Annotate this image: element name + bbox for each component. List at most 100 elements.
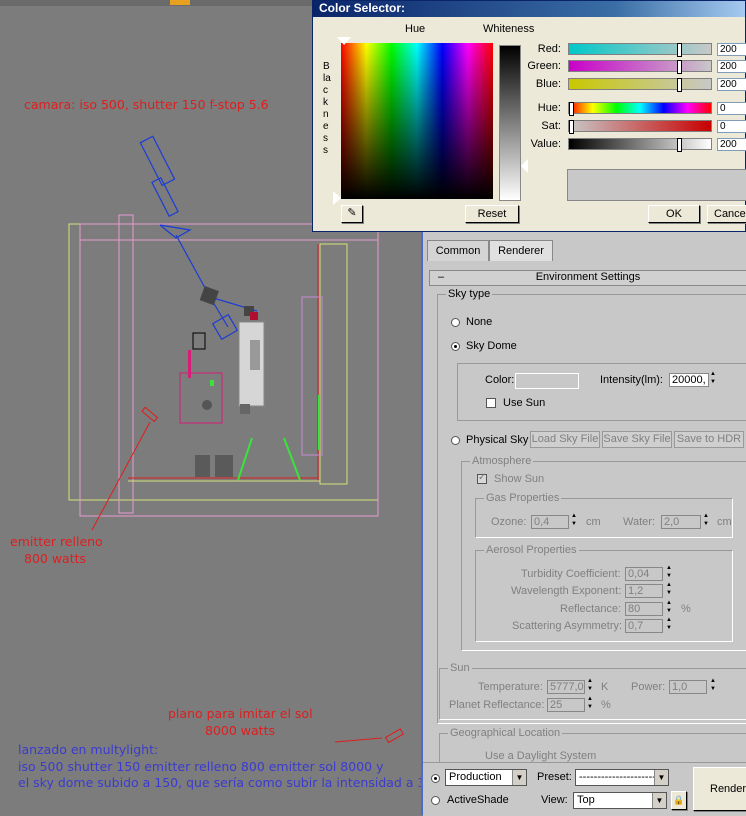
wavelength-input[interactable]: 1,2 [625,584,663,598]
scattering-input[interactable]: 0,7 [625,619,663,633]
view-label: View: [541,794,568,806]
planet-reflectance-unit: % [601,699,611,711]
eyedropper-button[interactable]: ✎ [341,205,363,223]
sat-label: Sat: [541,120,561,132]
hue-value-input[interactable]: 0 [717,102,746,115]
red-value-input[interactable]: 200 [717,43,746,56]
planet-reflectance-input[interactable]: 25 [547,698,585,712]
chevron-down-icon: ▼ [654,770,668,785]
turbidity-spinner[interactable] [666,565,675,581]
intensity-input[interactable]: 20000, [669,373,709,387]
blackness-label: Blackness [323,61,331,156]
radio-physical-sky[interactable] [451,436,460,445]
red-slider-knob[interactable] [677,43,682,57]
sun-title: Sun [448,662,472,674]
color-selector-dialog: Color Selector: Hue Whiteness Blackness … [312,0,746,232]
radio-production[interactable] [431,774,440,783]
reset-button[interactable]: Reset [465,205,519,223]
value-value-input[interactable]: 200 [717,138,746,151]
preset-dropdown[interactable]: --------------------- ▼ [575,769,669,786]
power-input[interactable]: 1,0 [669,680,707,694]
sky-color-swatch[interactable] [515,373,579,389]
ok-button[interactable]: OK [648,205,700,223]
render-setup-panel: Common Renderer – Environment Settings S… [421,232,746,816]
radio-none[interactable] [451,318,460,327]
sat-slider[interactable] [568,120,712,134]
reflectance-input[interactable]: 80 [625,602,663,616]
radio-activeshade[interactable] [431,796,440,805]
turbidity-input[interactable]: 0,04 [625,567,663,581]
red-label: Red: [537,43,561,55]
value-label: Value: [530,138,561,150]
load-sky-file-button[interactable]: Load Sky File [530,431,600,448]
hue-slider-knob[interactable] [569,102,574,116]
green-value-input[interactable]: 200 [717,60,746,73]
water-input[interactable]: 2,0 [661,515,701,529]
scattering-spinner[interactable] [666,617,675,633]
sky-dome-label: Sky Dome [466,340,517,352]
none-label: None [466,316,493,328]
rollout-header[interactable]: – Environment Settings [429,270,746,286]
hue-slider[interactable] [568,102,712,116]
preset-label: Preset: [537,771,572,783]
blackness-pointer-icon[interactable] [333,191,341,205]
ozone-spinner[interactable] [571,513,580,529]
planet-reflectance-spinner[interactable] [587,696,596,712]
reflectance-label: Reflectance: [560,603,622,615]
cancel-button[interactable]: Cance [707,205,746,223]
value-slider[interactable] [568,138,712,152]
radio-sky-dome[interactable] [451,342,460,351]
tab-renderer[interactable]: Renderer [489,240,553,261]
blue-slider[interactable] [568,78,712,92]
temperature-input[interactable]: 5777,0 [547,680,585,694]
chevron-down-icon: ▼ [652,793,666,808]
view-dropdown[interactable]: Top ▼ [573,792,667,809]
green-slider[interactable] [568,60,712,74]
emitter-annotation-line2: 800 watts [24,551,87,566]
blue-value-input[interactable]: 200 [717,78,746,91]
hue-label: Hue [405,23,426,35]
use-sun-label: Use Sun [503,397,546,409]
reflectance-spinner[interactable] [666,600,675,616]
sat-slider-knob[interactable] [569,120,574,134]
water-label: Water: [623,516,655,528]
sat-value-input[interactable]: 0 [717,120,746,133]
save-sky-file-button[interactable]: Save Sky File [602,431,672,448]
production-dropdown[interactable]: Production ▼ [445,769,527,786]
reflectance-unit: % [681,603,691,615]
green-label: Green: [527,60,561,72]
whiteness-label: Whiteness [483,23,535,35]
physical-sky-label: Physical Sky [466,434,529,446]
camera-annotation: camara: iso 500, shutter 150 f-stop 5.6 [24,97,269,112]
hue-blackness-picker[interactable] [341,43,493,199]
intensity-spinner[interactable] [710,371,719,387]
blue-slider-knob[interactable] [677,78,682,92]
planet-reflectance-label: Planet Reflectance: [449,699,545,711]
sky-dome-group [457,363,746,421]
rollout-title: Environment Settings [535,271,641,283]
red-slider[interactable] [568,43,712,57]
render-button[interactable]: Render [693,767,746,811]
save-to-hdr-button[interactable]: Save to HDR [674,431,744,448]
temperature-spinner[interactable] [587,678,596,694]
production-value: Production [449,771,502,783]
whiteness-pointer-icon[interactable] [521,159,528,173]
emitter-annotation-line1: emitter relleno [10,534,103,549]
daylight-system-label: Use a Daylight System [485,750,597,762]
water-spinner[interactable] [703,513,712,529]
green-slider-knob[interactable] [677,60,682,74]
lock-icon: 🔒 [673,795,685,805]
value-slider-knob[interactable] [677,138,682,152]
sky-type-title: Sky type [446,288,493,300]
power-label: Power: [631,681,666,693]
lock-view-button[interactable]: 🔒 [671,791,687,810]
show-sun-checkbox[interactable]: ✓ [477,472,487,484]
ozone-input[interactable]: 0,4 [531,515,569,529]
wavelength-label: Wavelength Exponent: [511,585,622,597]
wavelength-spinner[interactable] [666,582,675,598]
use-sun-checkbox[interactable] [486,398,496,408]
hue-pointer-icon[interactable] [337,37,351,45]
tab-common[interactable]: Common [427,240,489,261]
whiteness-bar[interactable] [499,45,521,201]
power-spinner[interactable] [710,678,719,694]
